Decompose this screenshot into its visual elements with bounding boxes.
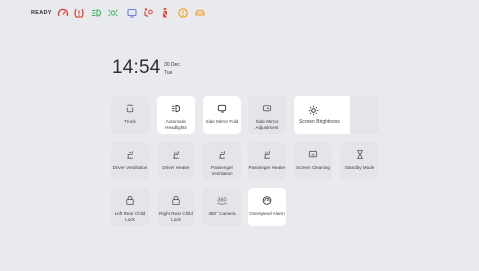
child-lock-icon [171, 195, 182, 206]
speed-limit-icon [57, 7, 69, 19]
passenger-heater-label: Passenger Heater [248, 165, 286, 170]
screen-brightness-slider[interactable]: Screen Brightness [294, 96, 379, 134]
camera-360-icon-text: 360 [217, 197, 226, 203]
mirror-adjust-icon [262, 103, 273, 114]
screen-cleaning-tile[interactable]: Screen Cleaning [294, 142, 332, 180]
overspeed-alarm-icon [262, 195, 273, 206]
left-rear-child-lock-label: Left Rear Child Lock [114, 211, 146, 222]
side-mirror-adjustment-tile[interactable]: Side Mirror Adjustment [248, 96, 286, 134]
overspeed-alarm-tile[interactable]: Overspeed Alarm [248, 188, 286, 226]
side-mirror-fold-label: Side Mirror Fold [205, 119, 239, 124]
passenger-ventilation-tile[interactable]: Passenger Ventilation [203, 142, 241, 180]
camera-360-icon: 360 [214, 195, 230, 206]
tire-pressure-icon [73, 7, 85, 19]
weekday-label: Tue [164, 70, 173, 76]
warning-icon [177, 7, 189, 19]
passenger-heater-tile[interactable]: Passenger Heater [248, 142, 286, 180]
clock-time: 14:54 [112, 57, 161, 78]
side-mirror-fold-tile[interactable]: Side Mirror Fold [203, 96, 241, 134]
date-label: 30 Dec [164, 62, 180, 68]
standby-mode-tile[interactable]: Standby Mode [340, 142, 379, 180]
left-rear-child-lock-tile[interactable]: Left Rear Child Lock [111, 188, 149, 226]
passenger-ventilation-label: Passenger Ventilation [211, 165, 233, 176]
seat-heat-icon [262, 149, 273, 160]
driver-heater-label: Driver Heater [162, 165, 190, 170]
seat-vent-icon [125, 149, 136, 160]
camera-360-tile[interactable]: 360 360° Camera [203, 188, 241, 226]
screen-brightness-label: Screen Brightness [299, 119, 340, 125]
trunk-tile[interactable]: Trunk [111, 96, 149, 134]
clock-date: 30 Dec Tue [164, 61, 180, 77]
brightness-level-fill [294, 96, 351, 134]
automatic-headlights-label: Automatic Headlights [165, 119, 187, 130]
brightness-icon [308, 105, 319, 116]
mirror-fold-icon [217, 103, 228, 114]
trunk-icon [125, 103, 136, 114]
status-bar: READY [0, 0, 479, 26]
position-light-icon [107, 7, 119, 19]
overspeed-alarm-label: Overspeed Alarm [249, 211, 285, 216]
display-icon [126, 7, 138, 19]
standby-mode-label: Standby Mode [344, 165, 375, 170]
hourglass-icon [354, 149, 365, 160]
headlight-auto-icon [171, 103, 182, 114]
driver-ventilation-tile[interactable]: Driver Ventilation [111, 142, 149, 180]
gear-status: READY [31, 10, 52, 16]
airbag-icon [142, 7, 154, 19]
seat-vent-icon [217, 149, 228, 160]
screen-clean-icon [308, 149, 319, 160]
camera-360-label: 360° Camera [208, 211, 236, 216]
car-icon [194, 7, 206, 19]
driver-heater-tile[interactable]: Driver Heater [157, 142, 195, 180]
screen-cleaning-label: Screen Cleaning [296, 165, 330, 170]
right-rear-child-lock-tile[interactable]: Right Rear Child Lock [157, 188, 195, 226]
child-lock-icon [125, 195, 136, 206]
seat-heat-icon [171, 149, 182, 160]
seatbelt-icon [159, 7, 171, 19]
right-rear-child-lock-label: Right Rear Child Lock [159, 211, 193, 222]
automatic-headlights-tile[interactable]: Automatic Headlights [157, 96, 195, 134]
headlight-icon [91, 7, 103, 19]
driver-ventilation-label: Driver Ventilation [112, 165, 148, 170]
side-mirror-adjustment-label: Side Mirror Adjustment [255, 119, 279, 130]
trunk-label: Trunk [124, 119, 136, 124]
